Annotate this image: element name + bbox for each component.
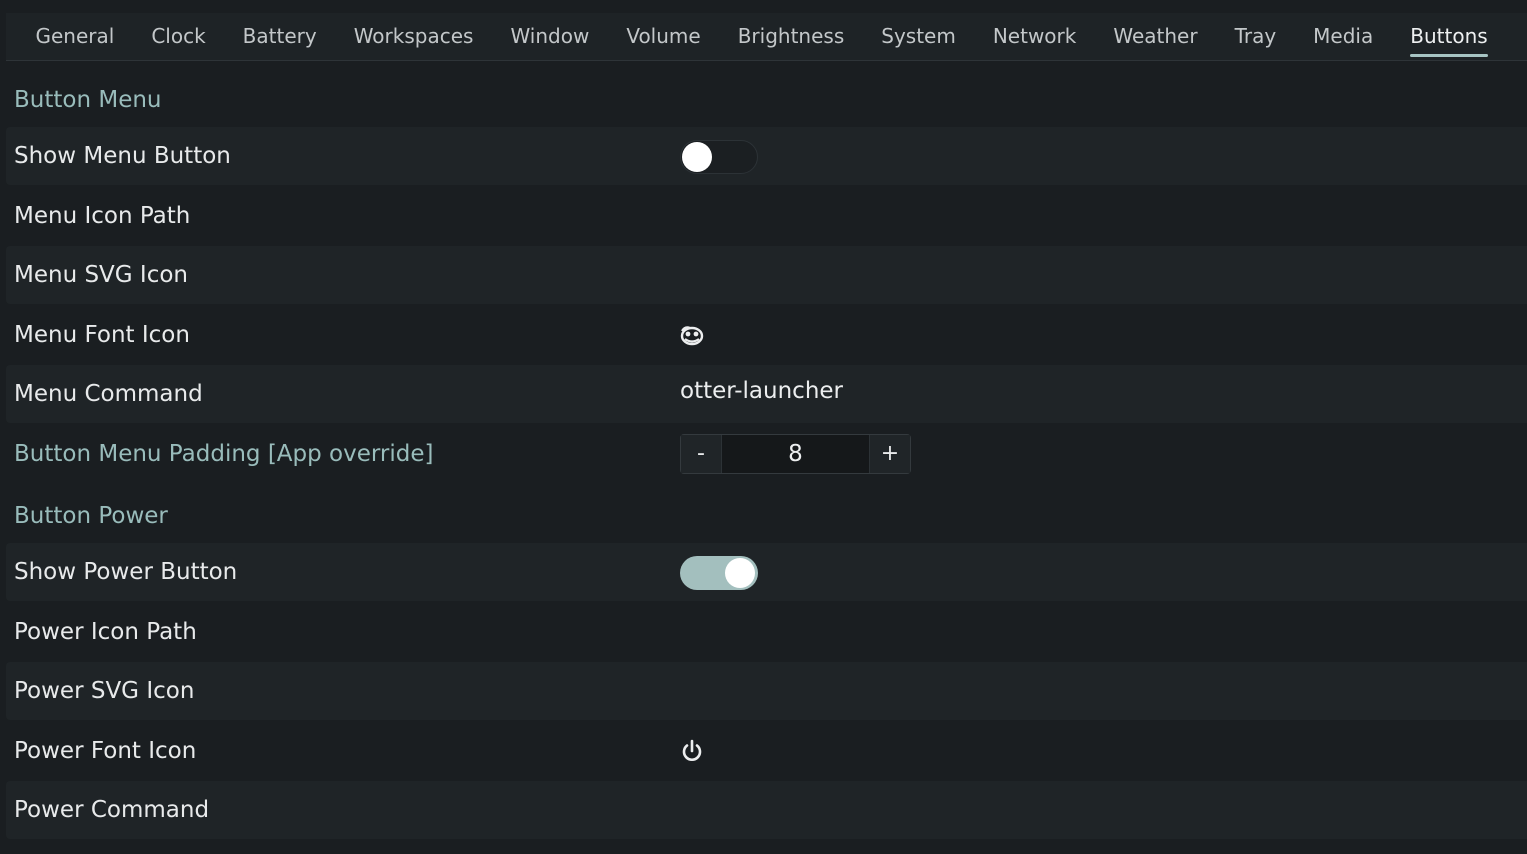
row-button-menu-padding: Button Menu Padding [App override] - 8 +	[6, 425, 1527, 483]
row-show-menu-button: Show Menu Button	[6, 127, 1527, 185]
power-command-label: Power Command	[14, 797, 210, 823]
power-svg-icon-label: Power SVG Icon	[14, 678, 195, 704]
tab-system[interactable]: System	[863, 13, 975, 61]
menu-font-icon-label: Menu Font Icon	[14, 322, 190, 348]
tab-volume[interactable]: Volume	[608, 13, 719, 61]
row-power-command: Power Command	[6, 781, 1527, 839]
tab-brightness[interactable]: Brightness	[719, 13, 863, 61]
row-power-svg-icon: Power SVG Icon	[6, 662, 1527, 720]
section-header-button-menu: Button Menu	[14, 87, 162, 113]
tab-battery[interactable]: Battery	[224, 13, 335, 61]
row-show-power-button: Show Power Button	[6, 543, 1527, 601]
show-power-button-toggle[interactable]	[680, 556, 758, 590]
row-power-font-icon: Power Font Icon	[6, 722, 1527, 780]
tab-general[interactable]: General	[17, 13, 133, 61]
button-menu-padding-stepper: - 8 +	[680, 434, 911, 474]
tab-network[interactable]: Network	[974, 13, 1095, 61]
power-font-icon-label: Power Font Icon	[14, 738, 197, 764]
row-menu-icon-path: Menu Icon Path	[6, 187, 1527, 245]
row-menu-svg-icon: Menu SVG Icon	[6, 246, 1527, 304]
show-menu-button-toggle[interactable]	[680, 140, 758, 174]
menu-command-label: Menu Command	[14, 381, 203, 407]
toggle-knob	[682, 142, 712, 172]
padding-value-input[interactable]: 8	[721, 435, 870, 473]
otter-icon[interactable]	[679, 322, 705, 348]
power-icon[interactable]	[679, 738, 705, 764]
tab-tray[interactable]: Tray	[1216, 13, 1295, 61]
row-power-icon-path: Power Icon Path	[6, 603, 1527, 661]
section-header-button-power: Button Power	[14, 503, 168, 529]
toggle-knob	[725, 558, 755, 588]
show-power-button-label: Show Power Button	[14, 559, 238, 585]
menu-svg-icon-label: Menu SVG Icon	[14, 262, 189, 288]
menu-command-input[interactable]: otter-launcher	[680, 362, 843, 420]
settings-tab-bar: General Clock Battery Workspaces Window …	[6, 13, 1527, 61]
tab-workspaces[interactable]: Workspaces	[335, 13, 492, 61]
tab-window[interactable]: Window	[492, 13, 608, 61]
tab-clock[interactable]: Clock	[133, 13, 224, 61]
row-menu-command: Menu Command otter-launcher	[6, 365, 1527, 423]
tab-buttons[interactable]: Buttons	[1392, 13, 1506, 61]
menu-icon-path-label: Menu Icon Path	[14, 203, 191, 229]
tab-weather[interactable]: Weather	[1095, 13, 1216, 61]
button-menu-padding-label: Button Menu Padding [App override]	[14, 441, 434, 467]
padding-increment-button[interactable]: +	[870, 435, 910, 473]
row-menu-font-icon: Menu Font Icon	[6, 306, 1527, 364]
power-icon-path-label: Power Icon Path	[14, 619, 197, 645]
tab-media[interactable]: Media	[1295, 13, 1392, 61]
show-menu-button-label: Show Menu Button	[14, 143, 231, 169]
padding-decrement-button[interactable]: -	[681, 435, 721, 473]
